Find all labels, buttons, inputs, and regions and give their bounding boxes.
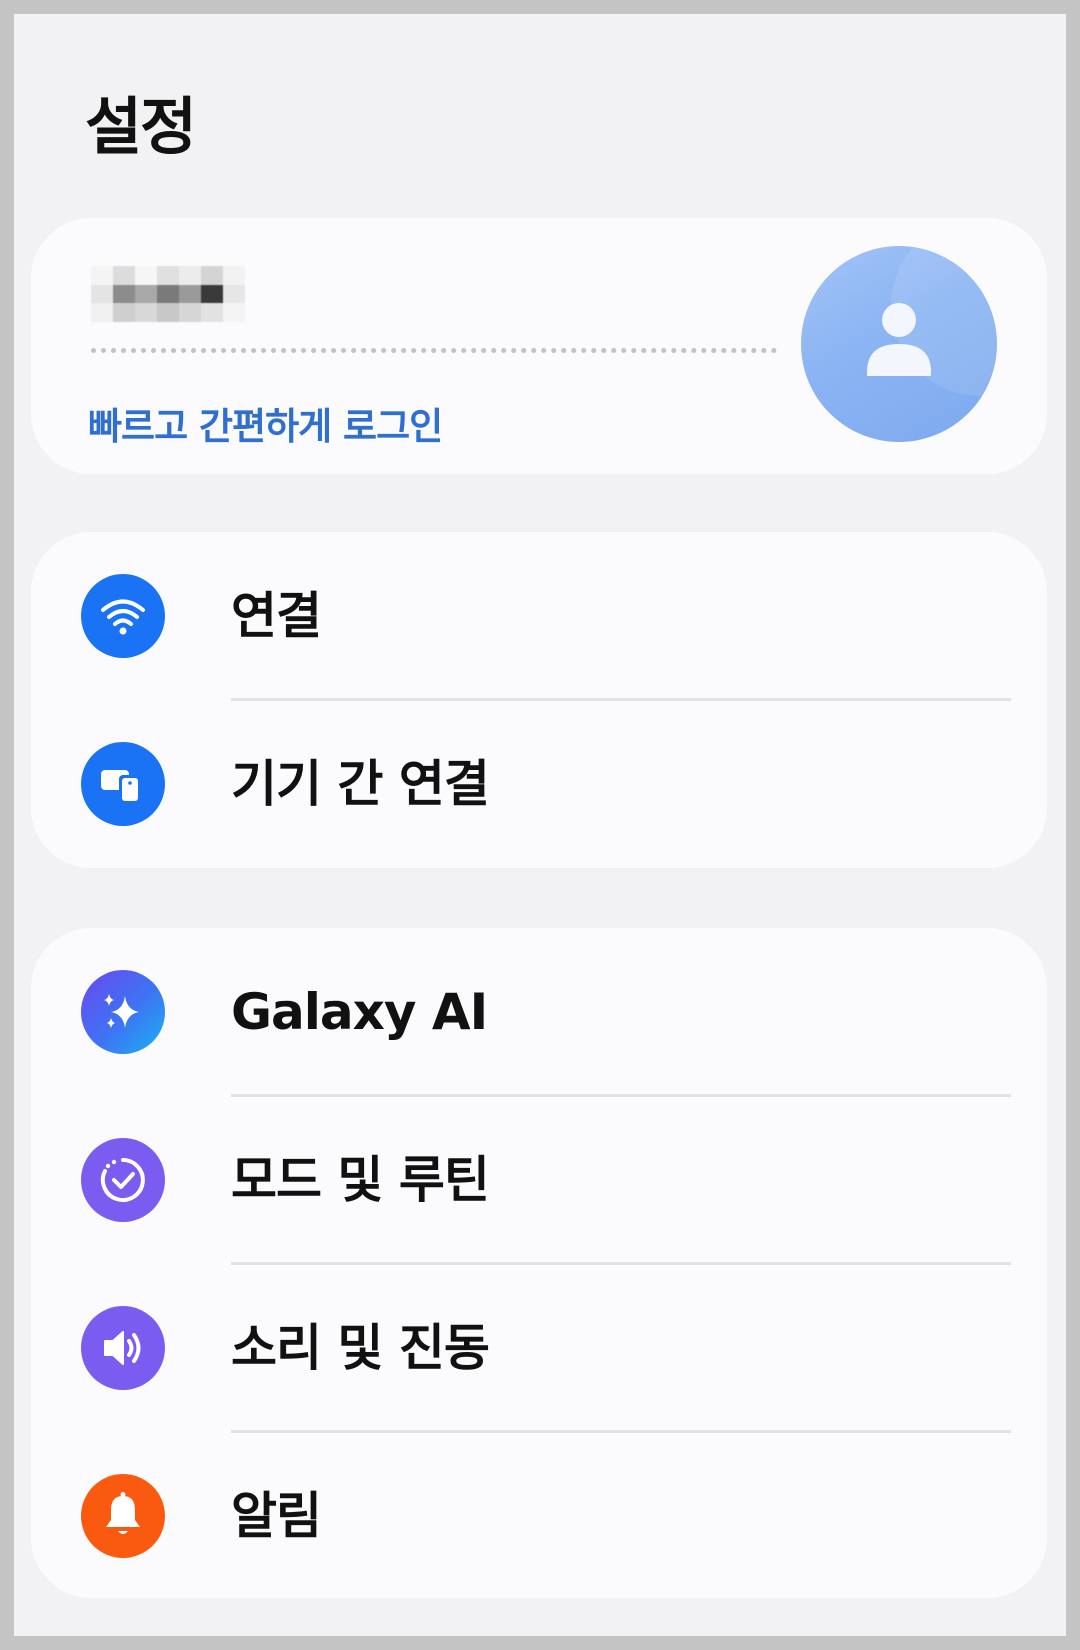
menu-item-galaxy-ai[interactable]: Galaxy AI (31, 928, 1047, 1096)
menu-item-label: 연결 (231, 587, 322, 645)
connections-group: 연결 기기 간 연결 (31, 532, 1047, 868)
menu-item-sound-vibration[interactable]: 소리 및 진동 (31, 1264, 1047, 1432)
avatar[interactable] (801, 246, 997, 442)
speaker-icon (81, 1306, 165, 1390)
dotted-divider (91, 348, 777, 353)
menu-item-label: 소리 및 진동 (231, 1319, 490, 1377)
menu-item-modes-routines[interactable]: 모드 및 루틴 (31, 1096, 1047, 1264)
account-card[interactable]: 빠르고 간편하게 로그인 (31, 218, 1047, 474)
wifi-icon (81, 574, 165, 658)
menu-item-label: 알림 (231, 1487, 322, 1545)
menu-item-label: 기기 간 연결 (231, 755, 490, 813)
menu-item-connections[interactable]: 연결 (31, 532, 1047, 700)
features-group: Galaxy AI 모드 및 루틴 소리 및 진동 알림 (31, 928, 1047, 1598)
menu-item-connected-devices[interactable]: 기기 간 연결 (31, 700, 1047, 868)
menu-item-label: 모드 및 루틴 (231, 1151, 490, 1209)
settings-screen: 설정 빠르고 간편하게 로그인 연결 기기 간 연결 Galaxy AI 모드 … (14, 14, 1066, 1636)
sparkle-icon (81, 970, 165, 1054)
bell-icon (81, 1474, 165, 1558)
routine-check-icon (81, 1138, 165, 1222)
devices-icon (81, 742, 165, 826)
account-name-redacted (91, 266, 245, 322)
quick-login-link[interactable]: 빠르고 간편하게 로그인 (88, 396, 443, 450)
page-title: 설정 (85, 90, 197, 163)
menu-item-notifications[interactable]: 알림 (31, 1432, 1047, 1600)
menu-item-label: Galaxy AI (231, 983, 488, 1041)
person-icon (867, 303, 931, 376)
